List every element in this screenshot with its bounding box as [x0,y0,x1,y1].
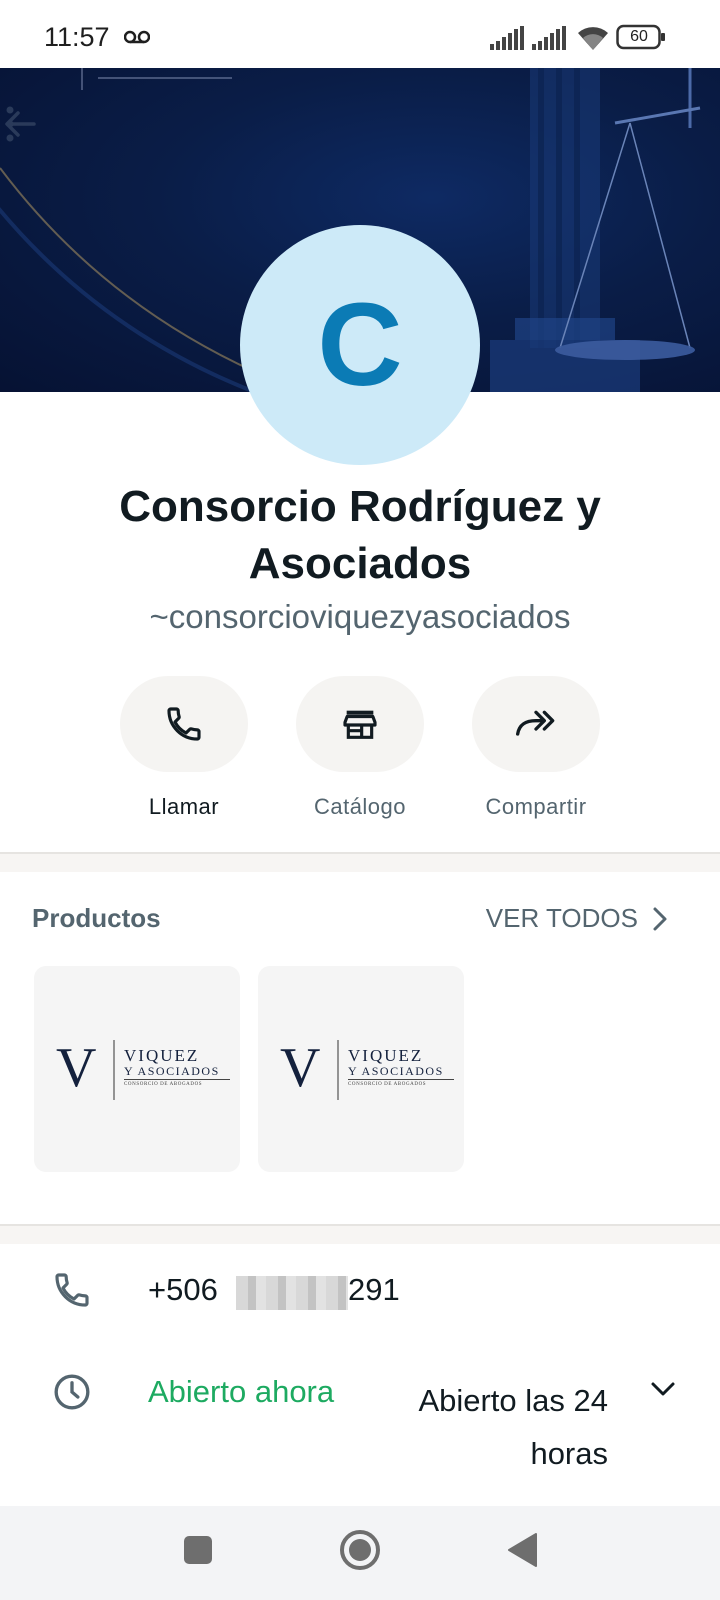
product-card[interactable]: V VIQUEZ Y ASOCIADOS CONSORCIO DE ABOGAD… [258,966,464,1172]
storefront-icon [343,710,377,739]
product-logo-text-2: Y ASOCIADOS [124,1064,230,1080]
more-options-icon[interactable] [0,104,20,148]
product-logo-text-1: VIQUEZ [348,1046,424,1065]
call-label: Llamar [148,794,220,819]
products-title: Productos [32,903,161,933]
chevron-down-icon[interactable] [650,1380,676,1398]
redacted-phone-digits [236,1276,348,1310]
catalog-pill[interactable] [296,676,424,772]
share-pill[interactable] [472,676,600,772]
call-pill[interactable] [120,676,248,772]
avatar-letter: C [317,279,403,411]
see-all-label: VER TODOS [485,903,638,933]
status-bar: 11:57 60 [0,0,720,68]
share-label: Compartir [485,794,587,819]
home-button-icon[interactable] [338,1528,382,1572]
phone-icon [55,1273,89,1307]
voicemail-icon [124,30,150,44]
clock-icon [54,1374,90,1410]
wifi-icon [578,27,608,50]
phone-icon [167,707,201,741]
navigation-bar [0,1506,720,1600]
section-divider [0,852,720,872]
hours-row[interactable] [0,1352,720,1472]
product-logo-text-1: VIQUEZ [124,1046,200,1065]
chevron-right-icon [653,907,667,930]
share-button[interactable]: Compartir [472,676,600,820]
business-hours: Abierto las 24 horas [418,1383,608,1471]
open-status: Abierto ahora [148,1374,335,1409]
back-button-icon[interactable] [506,1532,540,1568]
product-logo-text-2: Y ASOCIADOS [348,1064,454,1080]
product-logo-text-3: CONSORCIO DE ABOGADOS [124,1082,203,1087]
product-logo-text-3: CONSORCIO DE ABOGADOS [348,1082,427,1087]
phone-prefix: +506 [148,1272,218,1307]
catalog-label: Catálogo [313,794,407,819]
phone-suffix: 291 [348,1272,400,1307]
business-handle: ~consorcioviquezyasociados [149,598,571,635]
see-all-link[interactable]: VER TODOS [486,903,668,934]
catalog-button[interactable]: Catálogo [296,676,424,820]
call-button[interactable]: Llamar [120,676,248,820]
status-time: 11:57 [44,22,110,52]
avatar[interactable]: C [240,225,480,465]
svg-text:V: V [280,1037,320,1099]
recents-button-icon[interactable] [182,1534,214,1566]
signal-icon-2 [532,26,566,50]
signal-icon [490,26,524,50]
svg-text:V: V [56,1037,96,1099]
section-divider [0,1224,720,1244]
business-name: Consorcio Rodríguez y Asociados [119,482,601,588]
product-card[interactable]: V VIQUEZ Y ASOCIADOS CONSORCIO DE ABOGAD… [34,966,240,1172]
forward-icon [516,710,555,736]
battery-level: 60 [630,28,648,45]
